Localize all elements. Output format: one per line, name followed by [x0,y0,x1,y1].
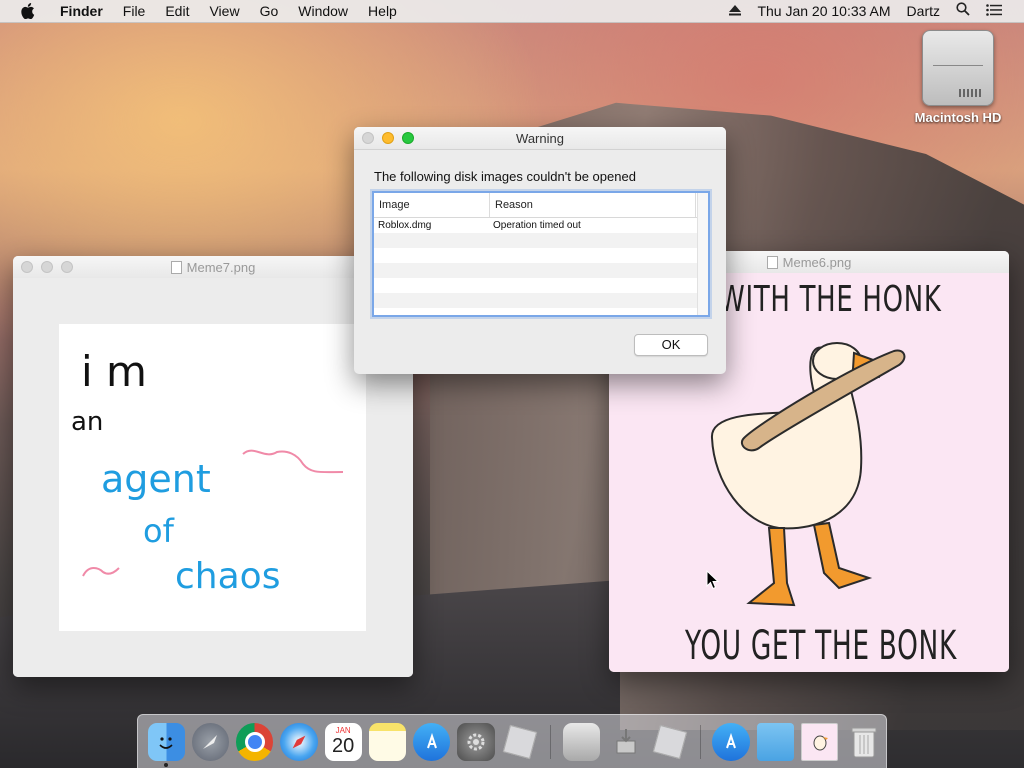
eject-icon[interactable] [721,0,749,22]
meme7-preview-window: Meme7.png i m an agent of chaos [13,256,413,677]
handwriting-line-4: of [143,512,175,550]
warning-titlebar[interactable]: Warning [354,127,726,150]
meme7-content: i m an agent of chaos [13,278,413,677]
table-row-empty [374,263,708,278]
dock-separator [699,724,701,759]
handwriting-line-2: an [71,407,103,437]
menubar-clock[interactable]: Thu Jan 20 10:33 AM [749,0,898,22]
safari-icon[interactable] [280,722,318,761]
table-row-empty [374,248,708,263]
finder-icon[interactable] [147,722,185,767]
minimize-button[interactable] [41,261,53,273]
app-store-icon[interactable] [413,722,451,761]
table-row-empty [374,233,708,248]
meme7-titlebar[interactable]: Meme7.png [13,256,413,279]
hard-drive-icon [922,30,994,106]
document-icon [766,255,778,269]
table-header: Image Reason [374,193,708,218]
menu-help[interactable]: Help [358,0,407,22]
table-row-empty [374,293,708,308]
running-indicator [164,762,169,767]
cell-image: Roblox.dmg [378,220,432,231]
folder-icon[interactable] [756,722,794,761]
chrome-icon[interactable] [236,722,274,761]
meme6-title: Meme6.png [782,254,852,270]
menu-window[interactable]: Window [288,0,358,22]
calendar-month: JAN [335,726,351,735]
table-scrollbar[interactable] [697,193,708,315]
menubar-user[interactable]: Dartz [899,0,948,22]
roblox-icon[interactable] [502,723,539,761]
menu-file[interactable]: File [113,0,156,22]
cell-reason: Operation timed out [493,220,581,231]
window-controls [362,132,414,144]
close-button [362,132,374,144]
table-body: Roblox.dmg Operation timed out [374,218,708,308]
notification-center-icon[interactable] [978,0,1010,22]
table-row[interactable]: Roblox.dmg Operation timed out [374,218,708,233]
apple-menu-icon[interactable] [20,3,36,19]
close-button[interactable] [21,261,33,273]
roblox-studio-icon[interactable] [651,723,688,761]
ok-button[interactable]: OK [634,334,708,356]
menu-app-name[interactable]: Finder [50,0,113,22]
meme-preview-icon[interactable] [800,722,839,761]
handwriting-line-3: agent [101,457,211,501]
app-store-downloads-icon[interactable] [712,722,750,761]
handwriting-line-5: chaos [175,556,280,597]
notes-icon[interactable] [368,722,406,761]
pink-scribble-2 [82,567,120,577]
launchpad-icon[interactable] [191,722,229,761]
menu-edit[interactable]: Edit [155,0,199,22]
warning-dialog: Warning The following disk images couldn… [354,127,726,374]
pink-scribble-1 [242,449,344,474]
macintosh-hd-label: Macintosh HD [914,110,1002,125]
calendar-icon[interactable]: JAN 20 [324,722,362,761]
column-header-reason[interactable]: Reason [490,193,696,217]
minimize-button[interactable] [382,132,394,144]
meme7-title: Meme7.png [186,259,256,275]
mouse-pointer-icon [706,569,720,593]
disk-utility-icon[interactable] [562,722,600,761]
window-controls [21,261,73,273]
installer-icon[interactable] [607,723,644,761]
macintosh-hd-desktop-icon[interactable]: Macintosh HD [906,30,1010,125]
zoom-button[interactable] [61,261,73,273]
document-icon [170,260,182,274]
dock: JAN 20 [137,714,887,768]
zoom-button[interactable] [402,132,414,144]
column-header-image[interactable]: Image [374,193,490,217]
meme7-image: i m an agent of chaos [59,324,366,631]
system-preferences-icon[interactable] [457,722,495,761]
disk-images-table[interactable]: Image Reason Roblox.dmg Operation timed … [372,191,710,317]
handwriting-drawing: i m an agent of chaos [71,347,344,597]
spotlight-search-icon[interactable] [948,0,978,22]
dock-separator [550,724,552,759]
trash-icon[interactable] [845,723,882,761]
warning-message: The following disk images couldn't be op… [374,169,636,184]
warning-title: Warning [516,130,564,146]
menu-go[interactable]: Go [250,0,289,22]
menu-bar: Finder File Edit View Go Window Help Thu… [0,0,1024,23]
handwriting-line-1: i m [81,347,147,396]
menu-view[interactable]: View [199,0,249,22]
meme-bottom-text: YOU GET THE BONK [685,623,957,669]
calendar-day: 20 [332,735,355,757]
table-row-empty [374,278,708,293]
